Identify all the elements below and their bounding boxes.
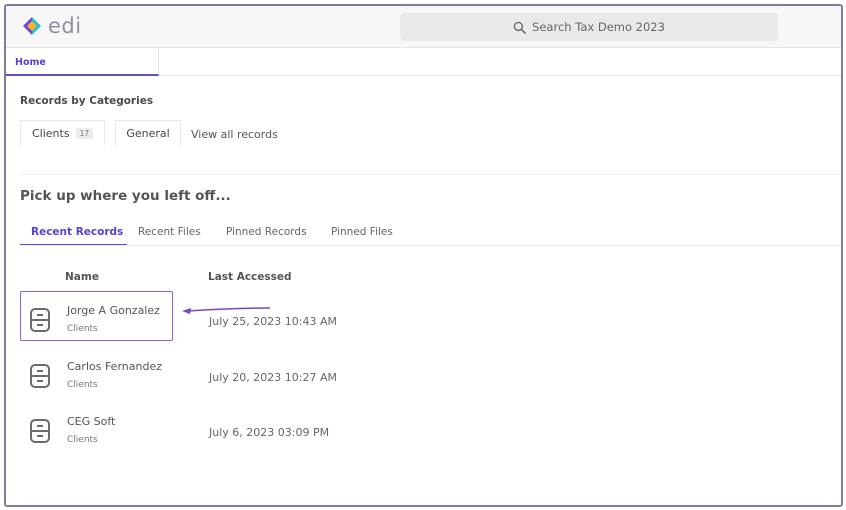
category-general-label: General [126,127,170,140]
tab-recent-files[interactable]: Recent Files [138,226,201,238]
search-bar[interactable]: Search Tax Demo 2023 [400,13,778,41]
cabinet-icon [28,363,52,389]
record-last-accessed: July 20, 2023 10:27 AM [209,371,337,384]
clients-count-badge: 17 [75,128,94,139]
recent-title: Pick up where you left off... [20,188,231,204]
category-clients-label: Clients [32,127,70,140]
tab-pinned-records[interactable]: Pinned Records [226,226,307,238]
record-name[interactable]: CEG Soft [67,415,115,428]
edi-logo-icon [23,17,41,35]
logo-text: edi [48,14,82,38]
app-window: edi Search Tax Demo 2023 Home Records by… [4,4,843,507]
record-highlight-box [20,291,173,341]
search-icon [513,21,526,34]
section-divider [20,174,841,175]
tab-pinned-files[interactable]: Pinned Files [331,226,393,238]
record-category: Clients [67,435,98,445]
record-category: Clients [67,380,98,390]
tabs-divider [20,245,841,246]
category-tab-clients[interactable]: Clients 17 [20,120,105,146]
view-all-records-link[interactable]: View all records [191,128,278,141]
cabinet-icon [28,418,52,444]
column-header-last-accessed[interactable]: Last Accessed [208,271,292,283]
record-last-accessed: July 6, 2023 03:09 PM [209,426,330,439]
annotation-arrow [182,304,272,318]
tab-home[interactable]: Home [6,48,159,76]
column-header-name[interactable]: Name [65,271,99,283]
top-header: edi Search Tax Demo 2023 [6,6,841,48]
category-tab-general[interactable]: General [115,120,181,146]
tab-recent-records[interactable]: Recent Records [31,226,123,238]
tab-strip: Home [6,48,841,76]
record-name[interactable]: Carlos Fernandez [67,360,162,373]
categories-title: Records by Categories [20,95,154,107]
search-placeholder: Search Tax Demo 2023 [532,20,665,34]
app-logo[interactable]: edi [22,14,82,38]
